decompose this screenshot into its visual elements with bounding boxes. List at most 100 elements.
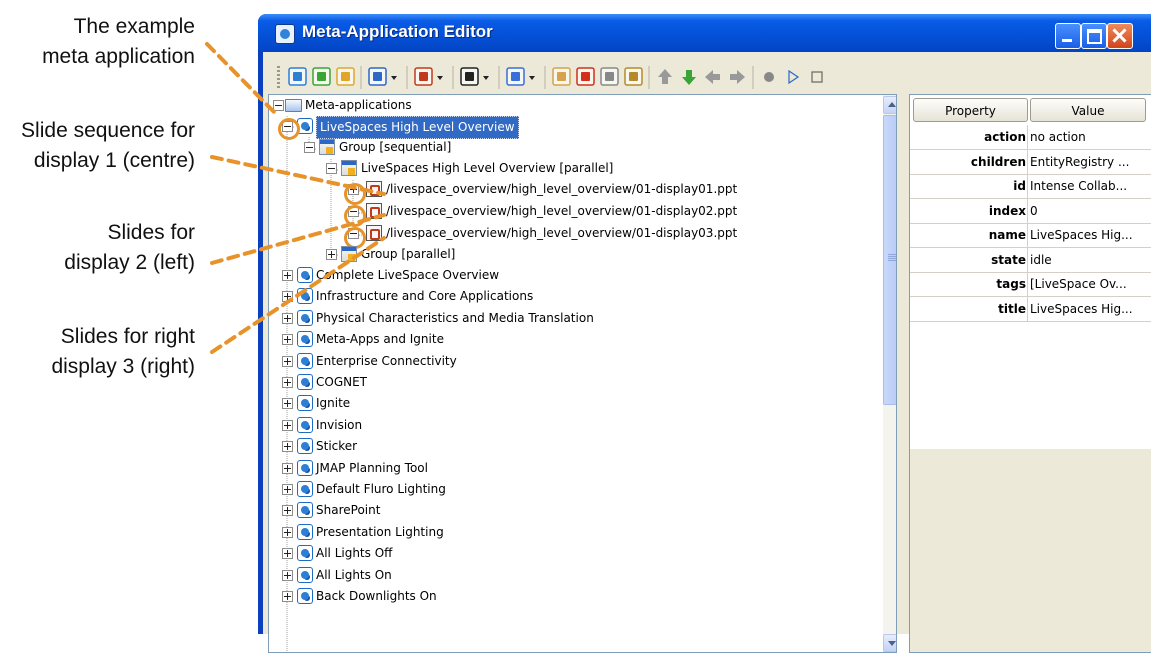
ppt-file-icon (366, 203, 382, 219)
upload-icon[interactable] (336, 67, 355, 86)
record-icon[interactable] (764, 72, 774, 82)
paste-icon[interactable] (624, 67, 643, 86)
property-value[interactable]: no action (1029, 125, 1151, 149)
expand-toggle[interactable] (282, 398, 293, 410)
meta-application-tree[interactable]: Meta-applications LiveSpaces High Level … (268, 94, 897, 653)
expand-toggle[interactable] (282, 419, 293, 431)
tree-node-label: JMAP Planning Tool (316, 460, 428, 475)
tree-node-label: /livespace_overview/high_level_overview/… (386, 226, 738, 240)
tree-node-label: Invision (316, 417, 363, 432)
dropdown-arrow-icon[interactable] (437, 76, 443, 80)
minimize-button[interactable] (1055, 23, 1081, 49)
property-key: state (910, 247, 1028, 272)
expand-toggle[interactable] (282, 484, 293, 495)
property-value[interactable]: LiveSpaces Hig... (1029, 223, 1151, 247)
dropdown-arrow-icon[interactable] (483, 76, 489, 80)
expand-toggle[interactable] (282, 526, 293, 538)
annotation-line: Slides for right (60, 325, 195, 348)
property-panel: Property Value action no action children En… (909, 94, 1151, 653)
property-row[interactable]: index 0 (910, 198, 1151, 224)
display-icon-glyph (511, 72, 520, 81)
property-row[interactable]: id Intense Collab... (910, 174, 1151, 199)
play-icon[interactable] (788, 69, 800, 85)
meta-app-icon (297, 267, 313, 283)
view-icon[interactable] (288, 67, 307, 86)
tree-node-label: Group [sequential] (339, 140, 452, 154)
property-row[interactable]: tags [LiveSpace Ov... (910, 272, 1151, 297)
title-bar[interactable]: Meta-Application Editor (258, 14, 1151, 52)
delete-icon[interactable] (576, 67, 595, 86)
download-icon-glyph (317, 72, 326, 81)
property-value[interactable]: Intense Collab... (1029, 174, 1151, 198)
annotation-line: display 3 (right) (51, 355, 195, 378)
value-column-header[interactable]: Value (1030, 98, 1146, 122)
tree-node-label: SharePoint (316, 503, 381, 518)
property-key: name (910, 223, 1028, 247)
ppt-file-icon (366, 225, 382, 241)
property-row[interactable]: title LiveSpaces Hig... (910, 296, 1151, 322)
property-value[interactable]: [LiveSpace Ov... (1029, 272, 1151, 296)
left-arrow-icon[interactable] (705, 70, 720, 84)
expand-toggle[interactable] (282, 334, 293, 346)
dropdown-arrow-icon[interactable] (529, 76, 535, 80)
tree-node-label: Presentation Lighting (316, 524, 444, 539)
window-icon[interactable] (368, 67, 387, 86)
tree-node-label: Back Downlights On (316, 589, 437, 603)
toolbar-icons (288, 66, 823, 89)
collapse-toggle[interactable] (273, 100, 284, 111)
tree-node-label: LiveSpaces High Level Overview [parallel… (361, 161, 614, 175)
expand-toggle[interactable] (282, 355, 293, 367)
annotation-line: display 1 (centre) (33, 149, 195, 172)
property-row[interactable]: action no action (910, 125, 1151, 150)
expand-toggle[interactable] (282, 569, 293, 581)
expand-toggle[interactable] (326, 249, 337, 260)
expand-toggle[interactable] (282, 505, 293, 517)
property-key: title (910, 296, 1028, 321)
tree-node-label: LiveSpaces High Level Overview (316, 116, 519, 139)
expand-toggle[interactable] (282, 441, 293, 453)
up-arrow-icon[interactable] (658, 69, 672, 84)
collapse-toggle[interactable] (326, 163, 337, 174)
expand-toggle[interactable] (282, 291, 293, 303)
terminal-icon[interactable] (460, 67, 479, 86)
property-column-header[interactable]: Property (913, 98, 1028, 122)
property-value[interactable]: 0 (1029, 199, 1151, 223)
expand-toggle[interactable] (282, 462, 293, 474)
property-value[interactable]: EntityRegistry ... (1029, 150, 1151, 174)
expand-toggle[interactable] (282, 548, 293, 560)
meta-app-icon (297, 331, 313, 348)
close-button[interactable] (1107, 23, 1133, 49)
tree-node-label: Group [parallel] (361, 247, 456, 261)
stop-square (811, 71, 823, 83)
copy-icon[interactable] (600, 67, 619, 86)
maximize-button[interactable] (1081, 23, 1107, 49)
expand-toggle[interactable] (282, 312, 293, 324)
expand-toggle[interactable] (282, 377, 293, 388)
tree-scrollbar[interactable] (883, 95, 896, 652)
scanner-icon[interactable] (552, 67, 571, 86)
property-row[interactable]: state idle (910, 247, 1151, 273)
scroll-up-button[interactable] (883, 96, 896, 114)
display-icon[interactable] (506, 67, 525, 86)
expand-toggle[interactable] (282, 270, 293, 281)
window-client: Meta-applications LiveSpaces High Level … (263, 52, 1151, 653)
property-row[interactable]: name LiveSpaces Hig... (910, 223, 1151, 248)
dropdown-arrow-icon[interactable] (391, 76, 397, 80)
scroll-thumb[interactable] (883, 115, 896, 405)
collapse-toggle[interactable] (304, 142, 315, 153)
tree-node-label: Infrastructure and Core Applications (316, 289, 534, 304)
down-arrow-icon[interactable] (682, 70, 696, 85)
meta-app-icon (297, 502, 313, 519)
stop-icon[interactable] (811, 71, 823, 83)
expand-toggle[interactable] (282, 591, 293, 602)
document-icon[interactable] (414, 67, 433, 86)
right-arrow-icon[interactable] (730, 70, 745, 84)
record-dot (764, 72, 774, 82)
property-value[interactable]: idle (1029, 248, 1151, 272)
scroll-down-button[interactable] (883, 634, 896, 652)
right-arrow-icon-shape (730, 70, 745, 84)
property-row[interactable]: children EntityRegistry ... (910, 149, 1151, 175)
download-icon[interactable] (312, 67, 331, 86)
highlight-circle (344, 205, 366, 227)
property-value[interactable]: LiveSpaces Hig... (1029, 297, 1151, 321)
